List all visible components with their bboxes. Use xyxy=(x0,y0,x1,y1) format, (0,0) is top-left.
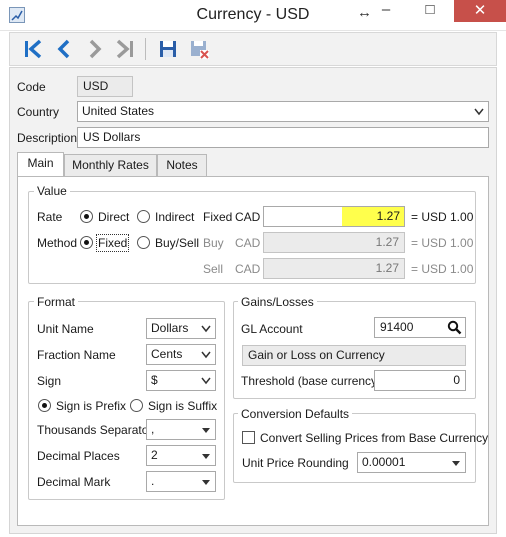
unit-name-label: Unit Name xyxy=(37,322,94,336)
fixed-rate-field[interactable]: 1.27 xyxy=(263,206,405,227)
tab-monthly-rates[interactable]: Monthly Rates xyxy=(64,154,157,176)
fraction-name-value: Cents xyxy=(151,347,183,361)
caret-down-icon xyxy=(202,428,210,433)
threshold-field[interactable]: 0 xyxy=(374,370,466,391)
decimal-places-label: Decimal Places xyxy=(37,449,120,463)
close-button[interactable]: ✕ xyxy=(454,0,506,22)
fraction-name-select[interactable]: Cents xyxy=(146,344,216,365)
chevron-down-icon xyxy=(474,108,484,116)
unit-price-rounding-select[interactable]: 0.00001 xyxy=(357,452,466,473)
value-group-title: Value xyxy=(34,184,70,198)
previous-record-button[interactable] xyxy=(50,36,78,62)
decimal-places-select[interactable]: 2 xyxy=(146,445,216,466)
code-field[interactable]: USD xyxy=(77,76,133,97)
decimal-mark-value: . xyxy=(151,474,155,488)
rate-indirect-label[interactable]: Indirect xyxy=(155,210,194,224)
gl-account-field[interactable]: 91400 xyxy=(374,317,466,338)
thousands-separator-label: Thousands Separator xyxy=(37,423,153,437)
last-record-button[interactable] xyxy=(111,36,139,62)
chevron-down-icon xyxy=(201,325,211,333)
convert-prices-label[interactable]: Convert Selling Prices from Base Currenc… xyxy=(260,431,488,445)
sell-currency-code: CAD xyxy=(235,262,261,276)
toolbar-separator xyxy=(145,38,146,60)
chevron-down-icon xyxy=(201,377,211,385)
gl-account-label: GL Account xyxy=(241,322,303,336)
caret-down-icon xyxy=(202,454,210,459)
fixed-currency-code: CAD xyxy=(235,210,261,224)
unit-price-rounding-value: 0.00001 xyxy=(362,455,406,469)
sell-label: Sell xyxy=(203,262,224,276)
unit-price-rounding-label: Unit Price Rounding xyxy=(242,456,349,470)
format-group-title: Format xyxy=(34,295,79,309)
convert-prices-checkbox[interactable] xyxy=(242,431,255,444)
description-label: Description xyxy=(17,131,78,145)
next-record-icon xyxy=(89,39,102,59)
fixed-equals-text: = USD 1.00 xyxy=(411,210,474,224)
method-fixed-label[interactable]: Fixed xyxy=(96,234,130,252)
rate-label: Rate xyxy=(37,210,63,224)
unit-name-value: Dollars xyxy=(151,321,189,335)
sell-equals-text: = USD 1.00 xyxy=(411,262,474,276)
gl-account-description: Gain or Loss on Currency xyxy=(242,345,466,366)
thousands-separator-select[interactable]: , xyxy=(146,419,216,440)
buy-rate-field[interactable]: 1.27 xyxy=(263,232,405,253)
next-record-button[interactable] xyxy=(81,36,109,62)
minimize-button[interactable]: ‒ xyxy=(364,0,408,22)
fixed-label: Fixed xyxy=(203,210,233,224)
sign-label: Sign xyxy=(37,374,62,388)
save-close-icon xyxy=(191,41,209,59)
tab-main[interactable]: Main xyxy=(17,152,64,177)
rate-indirect-radio[interactable] xyxy=(137,210,150,223)
first-record-button[interactable] xyxy=(19,36,47,62)
country-label: Country xyxy=(17,105,60,119)
conversion-defaults-title: Conversion Defaults xyxy=(238,407,353,421)
rate-direct-radio[interactable] xyxy=(80,210,93,223)
save-button[interactable] xyxy=(154,36,182,62)
chevron-down-icon xyxy=(201,351,211,359)
description-field[interactable]: US Dollars xyxy=(77,127,489,148)
method-fixed-radio[interactable] xyxy=(80,236,93,249)
sign-prefix-label[interactable]: Sign is Prefix xyxy=(56,399,126,413)
fraction-name-label: Fraction Name xyxy=(37,348,116,362)
sign-suffix-radio[interactable] xyxy=(130,399,143,412)
buy-equals-text: = USD 1.00 xyxy=(411,236,474,250)
tab-notes[interactable]: Notes xyxy=(157,154,207,176)
threshold-label: Threshold (base currency) xyxy=(241,374,382,388)
method-label: Method xyxy=(37,236,78,250)
save-close-button[interactable] xyxy=(185,36,213,62)
gains-losses-title: Gains/Losses xyxy=(238,295,317,309)
country-select[interactable]: United States xyxy=(77,101,489,122)
code-label: Code xyxy=(17,80,46,94)
fixed-rate-value: 1.27 xyxy=(376,209,400,223)
first-record-icon xyxy=(25,39,42,59)
search-icon[interactable] xyxy=(447,320,462,335)
sell-rate-field[interactable]: 1.27 xyxy=(263,258,405,279)
sign-suffix-label[interactable]: Sign is Suffix xyxy=(148,399,217,413)
last-record-icon xyxy=(116,39,133,59)
caret-down-icon xyxy=(202,480,210,485)
method-buysell-radio[interactable] xyxy=(137,236,150,249)
method-buysell-label[interactable]: Buy/Sell xyxy=(155,236,199,250)
caret-down-icon xyxy=(452,461,460,466)
thousands-separator-value: , xyxy=(151,422,155,436)
gl-account-value: 91400 xyxy=(380,320,414,334)
maximize-button[interactable]: □ xyxy=(408,0,452,22)
unit-name-select[interactable]: Dollars xyxy=(146,318,216,339)
decimal-places-value: 2 xyxy=(151,448,158,462)
buy-label: Buy xyxy=(203,236,224,250)
sign-select[interactable]: $ xyxy=(146,370,216,391)
save-icon xyxy=(160,41,176,57)
country-value: United States xyxy=(82,104,155,118)
decimal-mark-select[interactable]: . xyxy=(146,471,216,492)
previous-record-icon xyxy=(57,39,70,59)
rate-direct-label[interactable]: Direct xyxy=(98,210,129,224)
sign-value: $ xyxy=(151,373,158,387)
decimal-mark-label: Decimal Mark xyxy=(37,475,111,489)
buy-currency-code: CAD xyxy=(235,236,261,250)
sign-prefix-radio[interactable] xyxy=(38,399,51,412)
